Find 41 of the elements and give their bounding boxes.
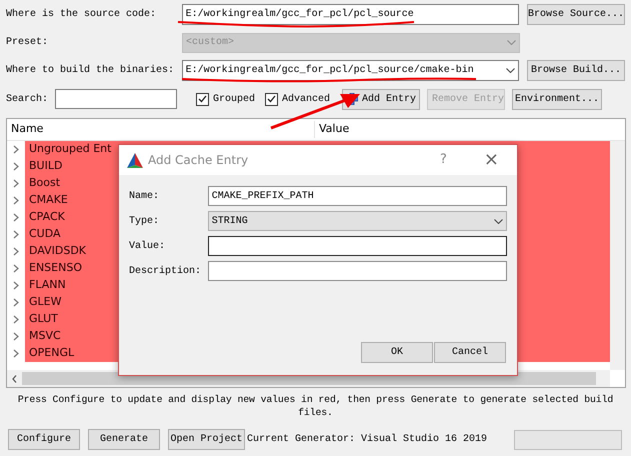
- scroll-left-icon[interactable]: [12, 374, 17, 382]
- close-button[interactable]: ×: [484, 151, 499, 169]
- dialog-button[interactable]: Cancel: [434, 342, 506, 363]
- generator-label: Current Generator: Visual Studio 16 2019: [247, 432, 488, 447]
- input-field[interactable]: [208, 236, 507, 256]
- toolbar-button[interactable]: Add Entry: [342, 88, 420, 110]
- build-dropdown[interactable]: E:/workingrealm/gcc_for_pcl/pcl_source/cmake-bin: [182, 60, 519, 81]
- dialog-button[interactable]: OK: [361, 342, 433, 363]
- build-label: Where to build the binaries:: [6, 64, 176, 78]
- help-button[interactable]: ?: [440, 150, 447, 170]
- toolbar-button[interactable]: Environment...: [512, 88, 602, 110]
- app-logo-icon: [127, 152, 143, 168]
- browse-build-button[interactable]: Browse Build...: [527, 60, 625, 81]
- action-button[interactable]: Configure: [8, 429, 80, 450]
- field-label: Value:: [129, 240, 166, 254]
- status-text: Press Configure to update and display new values in red, then press Generate to generate selected build files.: [16, 393, 614, 419]
- source-field[interactable]: E:/workingrealm/gcc_for_pcl/pcl_source: [182, 4, 519, 25]
- column-header[interactable]: Value: [315, 121, 354, 138]
- type-dropdown[interactable]: STRING: [208, 211, 507, 231]
- preset-label: Preset:: [6, 36, 50, 50]
- action-button[interactable]: Generate: [88, 429, 160, 450]
- search-field[interactable]: [55, 89, 177, 109]
- caret-icon: [507, 40, 516, 45]
- caret-icon: [494, 218, 503, 224]
- column-header[interactable]: Name: [7, 121, 315, 138]
- input-field[interactable]: [208, 261, 507, 281]
- caret-icon: [506, 68, 515, 73]
- field-label: Name:: [129, 190, 160, 204]
- field-label: Type:: [129, 214, 160, 228]
- field-label: Description:: [129, 264, 202, 278]
- browse-source-button[interactable]: Browse Source...: [527, 4, 625, 25]
- input-field[interactable]: CMAKE_PREFIX_PATH: [208, 186, 507, 206]
- search-label: Search:: [6, 92, 50, 106]
- checkbox-label: Grouped: [213, 92, 256, 106]
- checkbox[interactable]: [265, 92, 278, 106]
- action-button[interactable]: Open Project: [168, 429, 245, 450]
- dialog-title: Add Cache Entry: [148, 152, 248, 169]
- checkbox-label: Advanced: [282, 92, 330, 106]
- source-label: Where is the source code:: [6, 8, 158, 22]
- vertical-scrollbar[interactable]: [610, 141, 625, 370]
- checkbox[interactable]: [196, 92, 209, 106]
